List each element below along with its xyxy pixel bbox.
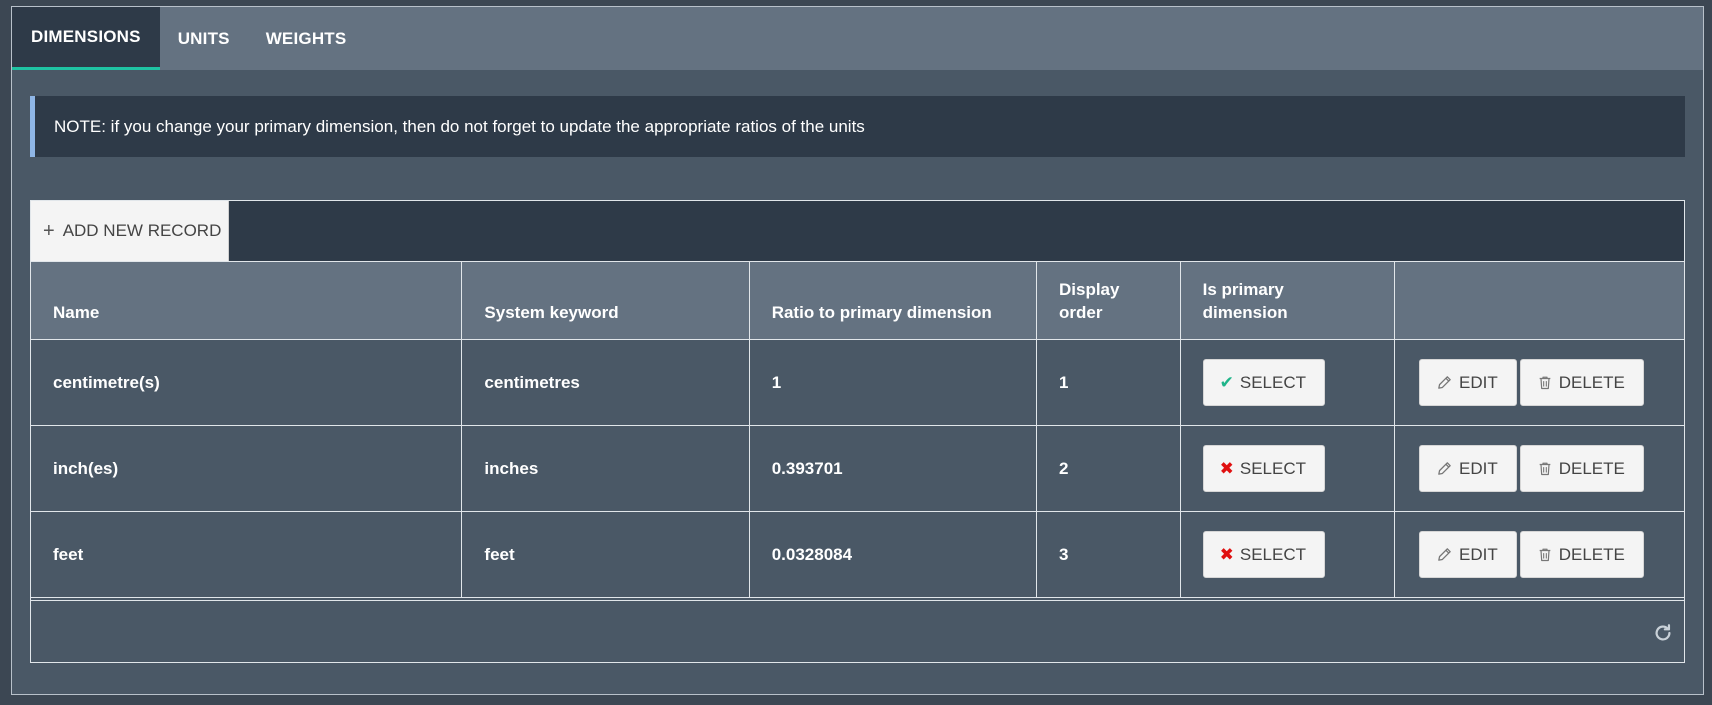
pencil-icon: [1436, 460, 1453, 477]
select-primary-button[interactable]: ✔ SELECT: [1202, 359, 1326, 406]
edit-button[interactable]: EDIT: [1419, 531, 1517, 578]
cell-name: feet: [31, 511, 463, 598]
table-row[interactable]: inch(es) inches 0.393701 2 ✖ SELECT EDIT D…: [31, 425, 1684, 512]
dimensions-grid: + ADD NEW RECORD Name System keyword Rat…: [30, 200, 1685, 663]
x-icon: ✖: [1219, 458, 1234, 478]
edit-button[interactable]: EDIT: [1419, 359, 1517, 406]
dimensions-table: Name System keyword Ratio to primary dim…: [31, 261, 1684, 598]
grid-footer: [31, 600, 1684, 662]
cell-ratio: 0.0328084: [748, 511, 1037, 598]
add-new-record-button[interactable]: + ADD NEW RECORD: [31, 201, 229, 261]
pencil-icon: [1436, 546, 1453, 563]
edit-label: EDIT: [1459, 544, 1498, 564]
column-header-display-order[interactable]: Display order: [1035, 261, 1181, 340]
delete-label: DELETE: [1558, 372, 1625, 392]
tab-units[interactable]: UNITS: [160, 7, 248, 70]
column-header-is-primary[interactable]: Is primary dimension: [1179, 261, 1396, 340]
select-label: SELECT: [1239, 458, 1307, 478]
column-header-system-keyword[interactable]: System keyword: [461, 261, 750, 340]
table-body: centimetre(s) centimetres 1 1 ✔ SELECT ED…: [31, 339, 1684, 598]
cell-system-keyword: inches: [461, 425, 750, 512]
column-header-ratio[interactable]: Ratio to primary dimension: [748, 261, 1037, 340]
cell-display-order: 2: [1035, 425, 1181, 512]
cell-is-primary: ✖ SELECT: [1179, 511, 1396, 598]
add-new-record-label: ADD NEW RECORD: [62, 221, 222, 240]
cell-actions: EDIT DELETE: [1394, 425, 1684, 512]
tab-bar: DIMENSIONS UNITS WEIGHTS: [12, 7, 1703, 70]
x-icon: ✖: [1219, 544, 1234, 564]
tab-dimensions[interactable]: DIMENSIONS: [12, 7, 160, 70]
cell-actions: EDIT DELETE: [1394, 339, 1684, 426]
delete-button[interactable]: DELETE: [1519, 359, 1644, 406]
table-row[interactable]: centimetre(s) centimetres 1 1 ✔ SELECT ED…: [31, 339, 1684, 426]
trash-icon: [1537, 546, 1553, 563]
tab-weights[interactable]: WEIGHTS: [248, 7, 365, 70]
select-primary-button[interactable]: ✖ SELECT: [1202, 445, 1326, 492]
cell-is-primary: ✔ SELECT: [1179, 339, 1396, 426]
cell-is-primary: ✖ SELECT: [1179, 425, 1396, 512]
cell-system-keyword: centimetres: [461, 339, 750, 426]
cell-actions: EDIT DELETE: [1394, 511, 1684, 598]
grid-toolbar: + ADD NEW RECORD: [31, 201, 1684, 261]
check-icon: ✔: [1219, 372, 1234, 392]
column-header-name[interactable]: Name: [31, 261, 463, 340]
delete-button[interactable]: DELETE: [1519, 531, 1644, 578]
select-label: SELECT: [1239, 372, 1307, 392]
delete-label: DELETE: [1558, 458, 1625, 478]
cell-ratio: 1: [748, 339, 1037, 426]
dimensions-panel: DIMENSIONS UNITS WEIGHTS NOTE: if you ch…: [11, 6, 1704, 695]
select-label: SELECT: [1239, 544, 1307, 564]
pencil-icon: [1436, 374, 1453, 391]
refresh-icon[interactable]: [1652, 622, 1674, 644]
cell-display-order: 1: [1035, 339, 1181, 426]
edit-label: EDIT: [1459, 458, 1498, 478]
select-primary-button[interactable]: ✖ SELECT: [1202, 531, 1326, 578]
cell-name: inch(es): [31, 425, 463, 512]
cell-ratio: 0.393701: [748, 425, 1037, 512]
trash-icon: [1537, 374, 1553, 391]
plus-icon: +: [43, 219, 55, 242]
edit-label: EDIT: [1459, 372, 1498, 392]
cell-display-order: 3: [1035, 511, 1181, 598]
delete-button[interactable]: DELETE: [1519, 445, 1644, 492]
cell-system-keyword: feet: [461, 511, 750, 598]
edit-button[interactable]: EDIT: [1419, 445, 1517, 492]
table-header-row: Name System keyword Ratio to primary dim…: [31, 261, 1684, 340]
cell-name: centimetre(s): [31, 339, 463, 426]
primary-dimension-note: NOTE: if you change your primary dimensi…: [30, 96, 1685, 157]
column-header-actions: [1394, 261, 1684, 340]
delete-label: DELETE: [1558, 544, 1625, 564]
trash-icon: [1537, 460, 1553, 477]
table-row[interactable]: feet feet 0.0328084 3 ✖ SELECT EDIT DELETE: [31, 511, 1684, 598]
